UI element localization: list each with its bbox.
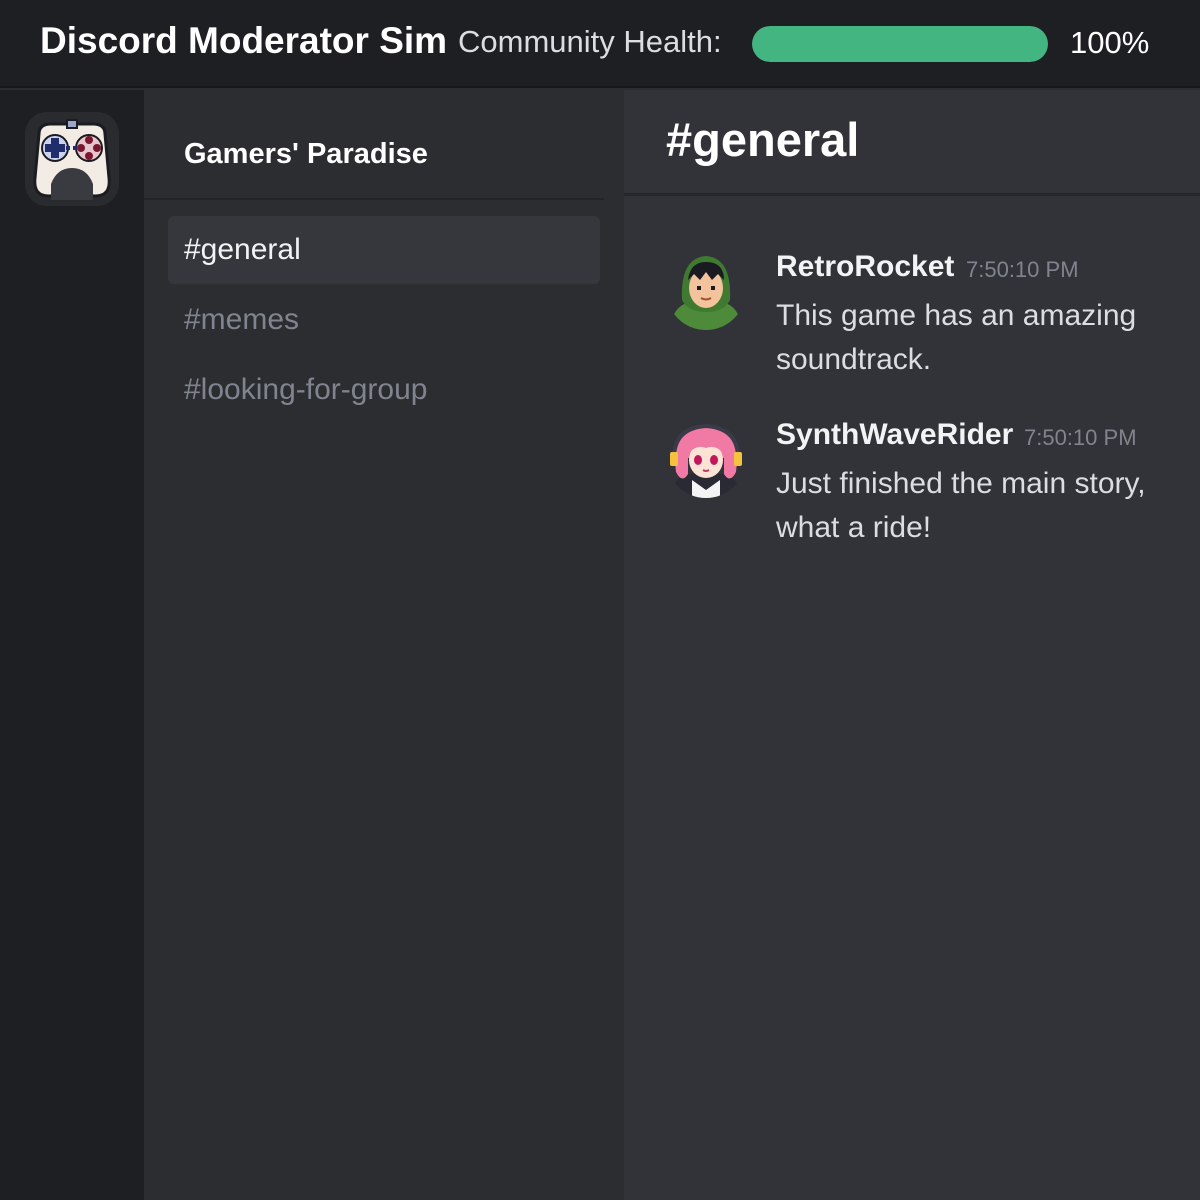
app-title: Discord Moderator Sim [40, 20, 448, 61]
pink-hair-girl-avatar-graphic [666, 418, 746, 498]
hooded-boy-avatar[interactable] [666, 250, 746, 330]
message: RetroRocket 7:50:10 PM This game has an … [666, 250, 1186, 390]
message-text: Just finished the main story, what a rid… [776, 467, 1146, 544]
community-health-value: 100% [1070, 25, 1150, 60]
community-health-label: Community Health: [458, 24, 722, 59]
message-text: This game has an amazing soundtrack. [776, 299, 1137, 376]
hooded-boy-avatar-graphic [666, 250, 746, 330]
community-health-bar [752, 26, 1048, 62]
server-name: Gamers' Paradise [184, 138, 428, 170]
message-author[interactable]: SynthWaveRider [776, 418, 1013, 452]
channel-sidebar: Gamers' Paradise #general #memes #lookin… [144, 90, 624, 1200]
chat-header: #general [624, 90, 1200, 196]
community-health-bar-fill [752, 26, 1048, 62]
channel-general[interactable]: #general [168, 216, 600, 284]
pink-hair-girl-avatar[interactable] [666, 418, 746, 498]
message: SynthWaveRider 7:50:10 PM Just finished … [666, 418, 1186, 558]
channel-looking-for-group[interactable]: #looking-for-group [168, 356, 600, 424]
message-author[interactable]: RetroRocket [776, 250, 954, 284]
gamepad-icon-graphic [25, 112, 119, 206]
channel-memes[interactable]: #memes [168, 286, 600, 354]
server-rail [0, 90, 144, 1200]
top-bar: Discord Moderator Sim Community Health: … [0, 0, 1200, 88]
gamepad-icon[interactable] [25, 112, 119, 206]
channel-title: #general [666, 113, 860, 166]
message-timestamp: 7:50:10 PM [966, 257, 1079, 282]
message-timestamp: 7:50:10 PM [1024, 425, 1137, 450]
server-header[interactable]: Gamers' Paradise [144, 90, 604, 200]
chat-panel: #general RetroRocket 7:50:10 PM This gam… [624, 90, 1200, 1200]
